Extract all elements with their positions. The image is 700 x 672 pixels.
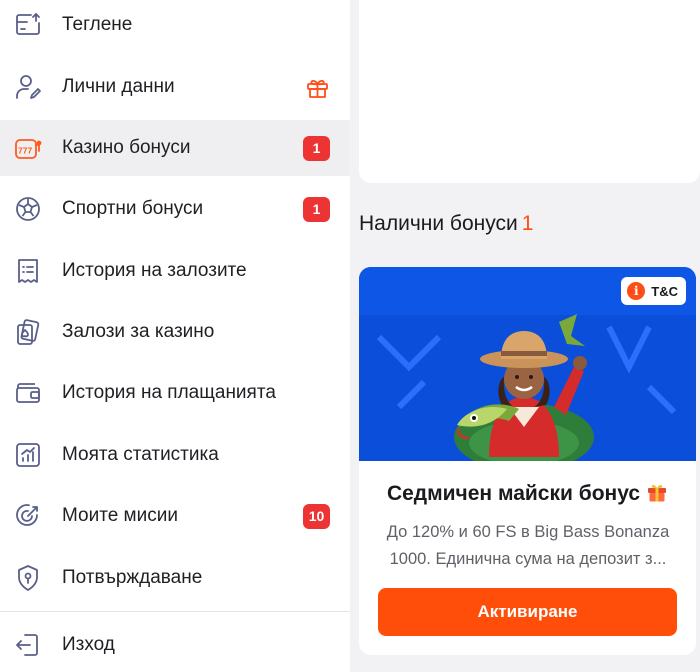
info-icon: i bbox=[627, 282, 646, 300]
logout-icon bbox=[12, 629, 44, 661]
chart-icon bbox=[12, 439, 44, 471]
bonus-banner-image: i T&C bbox=[359, 267, 696, 461]
notification-badge: 10 bbox=[303, 503, 330, 529]
bonus-title: Седмичен майски бонус bbox=[359, 481, 696, 506]
wallet-icon bbox=[12, 377, 44, 409]
section-title: Налични бонуси 1 bbox=[359, 212, 533, 236]
sidebar-item-label: Моята статистика bbox=[62, 444, 219, 465]
sidebar-item-label: Казино бонуси bbox=[62, 137, 191, 158]
soccer-ball-icon bbox=[12, 193, 44, 225]
terms-and-conditions-button[interactable]: i T&C bbox=[621, 277, 686, 305]
user-edit-icon bbox=[12, 71, 44, 103]
tc-label: T&C bbox=[651, 283, 678, 299]
bonus-card: i T&C Седмичен майски бонус До 120% и 60… bbox=[359, 267, 696, 655]
sidebar-item-sport-bonuses[interactable]: Спортни бонуси 1 bbox=[0, 181, 350, 237]
sidebar-item-withdraw[interactable]: Теглене bbox=[0, 0, 350, 53]
divider bbox=[0, 611, 350, 612]
sidebar-item-label: Теглене bbox=[62, 14, 133, 35]
top-card bbox=[359, 0, 700, 183]
bonus-count: 1 bbox=[521, 212, 534, 235]
bonus-description-line: 1000. Единична сума на депозит з... bbox=[389, 550, 667, 568]
sidebar-item-label: Залози за казино bbox=[62, 321, 215, 342]
target-icon bbox=[12, 500, 44, 532]
sidebar-item-my-statistics[interactable]: Моята статистика bbox=[0, 427, 350, 483]
slot-777-icon: 777 bbox=[12, 132, 44, 164]
sidebar-item-verification[interactable]: Потвърждаване bbox=[0, 550, 350, 606]
sidebar-item-label: Лични данни bbox=[62, 76, 175, 97]
sidebar-item-casino-bets[interactable]: Залози за казино bbox=[0, 304, 350, 360]
sidebar-item-label: История на залозите bbox=[62, 260, 247, 281]
shield-key-icon bbox=[12, 562, 44, 594]
sidebar-item-payment-history[interactable]: История на плащанията bbox=[0, 365, 350, 421]
sidebar-item-label: Потвърждаване bbox=[62, 567, 203, 588]
sidebar-item-label: Моите мисии bbox=[62, 505, 178, 526]
sidebar: Теглене Лични данни 777 Казино бонуси 1 … bbox=[0, 0, 350, 672]
sidebar-item-logout[interactable]: Изход bbox=[0, 617, 350, 672]
withdraw-icon bbox=[12, 9, 44, 41]
notification-badge: 1 bbox=[303, 196, 330, 222]
activate-button[interactable]: Активиране bbox=[378, 588, 677, 636]
section-title-text: Налични бонуси bbox=[359, 212, 518, 235]
bonus-description-line: До 120% и 60 FS в Big Bass Bonanza bbox=[386, 523, 670, 541]
sidebar-item-my-missions[interactable]: Моите мисии 10 bbox=[0, 488, 350, 544]
gift-icon bbox=[305, 75, 330, 100]
playing-cards-icon bbox=[12, 316, 44, 348]
notification-badge: 1 bbox=[303, 135, 330, 161]
bonus-title-text: Седмичен майски бонус bbox=[386, 482, 641, 505]
sidebar-item-label: История на плащанията bbox=[62, 382, 276, 403]
sidebar-item-bet-history[interactable]: История на залозите bbox=[0, 243, 350, 299]
sidebar-item-casino-bonuses[interactable]: 777 Казино бонуси 1 bbox=[0, 120, 350, 176]
svg-text:777: 777 bbox=[18, 146, 32, 156]
sidebar-item-label: Изход bbox=[62, 634, 115, 655]
gift-icon bbox=[648, 484, 667, 502]
sidebar-item-personal-data[interactable]: Лични данни bbox=[0, 59, 350, 115]
sidebar-item-label: Спортни бонуси bbox=[62, 198, 204, 219]
bonus-description: До 120% и 60 FS в Big Bass Bonanza 1000.… bbox=[373, 519, 683, 573]
receipt-icon bbox=[12, 255, 44, 287]
